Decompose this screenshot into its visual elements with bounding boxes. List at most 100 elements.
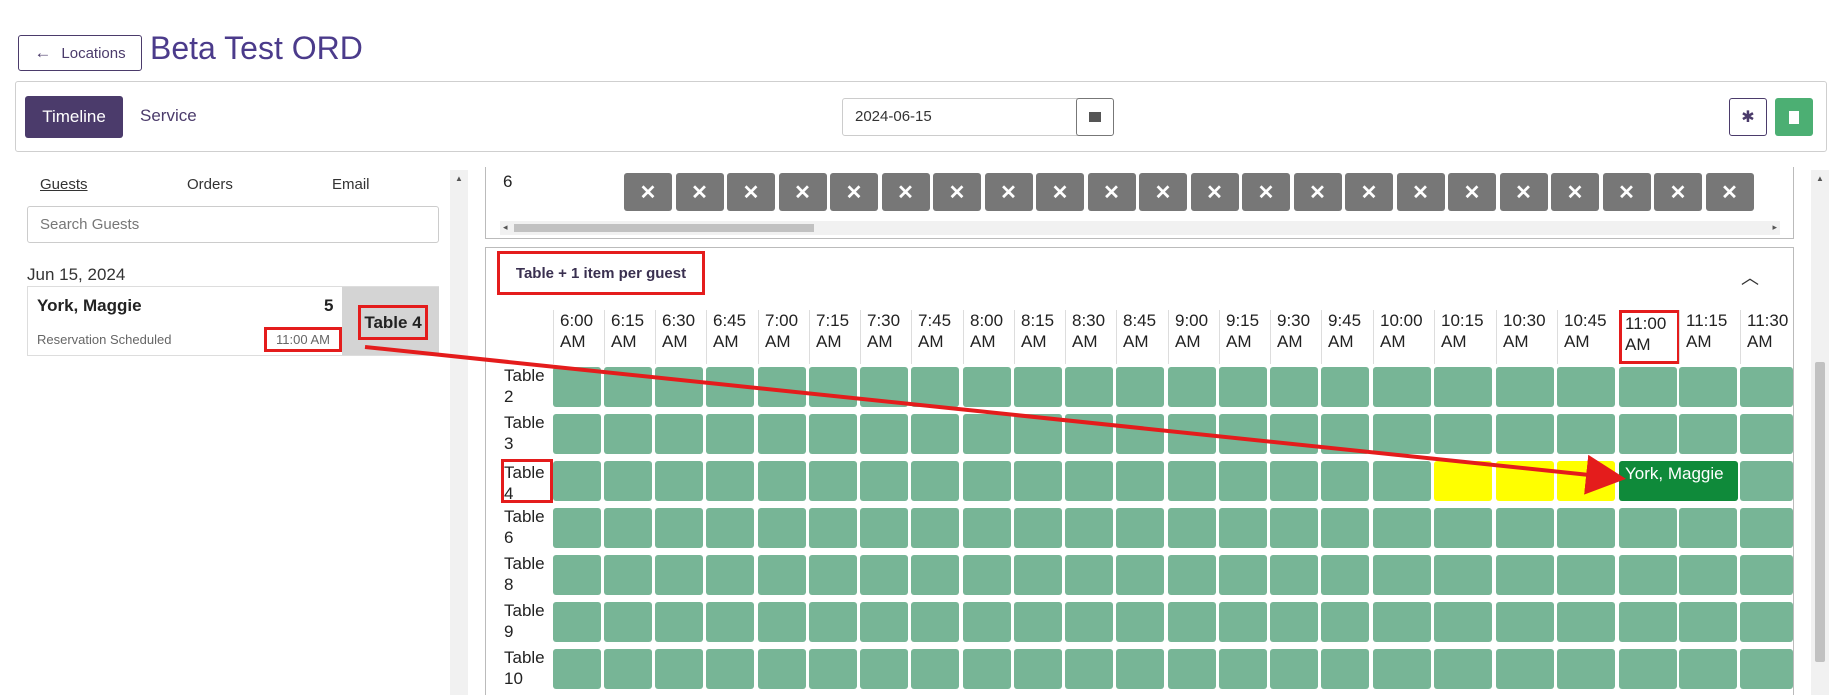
unavailable-slot[interactable]: ✕	[1396, 173, 1445, 211]
scrollbar-thumb[interactable]	[514, 224, 814, 232]
time-slot[interactable]	[1496, 414, 1554, 454]
time-slot[interactable]	[1116, 508, 1164, 548]
time-slot[interactable]	[1373, 414, 1431, 454]
time-slot[interactable]	[1270, 555, 1318, 595]
time-slot[interactable]	[1014, 461, 1062, 501]
time-slot[interactable]	[860, 461, 908, 501]
time-slot[interactable]	[1679, 649, 1737, 689]
booked-reservation[interactable]: York, Maggie	[1619, 461, 1738, 501]
time-slot[interactable]	[604, 602, 652, 642]
time-slot[interactable]	[1168, 602, 1216, 642]
time-slot[interactable]	[706, 367, 754, 407]
time-slot[interactable]	[706, 649, 754, 689]
time-slot[interactable]	[911, 555, 959, 595]
time-slot[interactable]	[758, 414, 806, 454]
time-slot[interactable]	[553, 649, 601, 689]
unavailable-slot[interactable]: ✕	[624, 173, 672, 211]
unavailable-slot[interactable]: ✕	[1242, 173, 1290, 211]
time-slot[interactable]	[1619, 414, 1677, 454]
time-slot[interactable]	[1619, 555, 1677, 595]
time-slot[interactable]	[1679, 602, 1737, 642]
time-slot[interactable]	[1219, 414, 1267, 454]
tab-guests[interactable]: Guests	[40, 176, 88, 193]
time-slot[interactable]	[1014, 602, 1062, 642]
unavailable-slot[interactable]: ✕	[984, 173, 1033, 211]
time-slot[interactable]	[963, 649, 1011, 689]
time-slot[interactable]	[655, 367, 703, 407]
time-slot[interactable]	[1496, 649, 1554, 689]
time-slot[interactable]	[1679, 555, 1737, 595]
time-slot[interactable]	[1116, 414, 1164, 454]
time-slot[interactable]	[1321, 602, 1369, 642]
time-slot[interactable]	[1740, 649, 1793, 689]
time-slot[interactable]	[553, 461, 601, 501]
time-slot[interactable]	[1434, 414, 1492, 454]
time-slot[interactable]	[553, 367, 601, 407]
time-slot[interactable]	[1740, 367, 1793, 407]
time-slot[interactable]	[1679, 414, 1737, 454]
time-slot[interactable]	[655, 508, 703, 548]
time-slot[interactable]	[1321, 649, 1369, 689]
time-slot[interactable]	[1014, 414, 1062, 454]
tab-email[interactable]: Email	[332, 176, 370, 193]
time-slot[interactable]	[553, 555, 601, 595]
unavailable-slot[interactable]: ✕	[1345, 173, 1393, 211]
time-slot[interactable]	[1619, 649, 1677, 689]
time-slot[interactable]	[911, 461, 959, 501]
date-input[interactable]: 2024-06-15	[842, 98, 1082, 136]
time-slot[interactable]	[809, 555, 857, 595]
time-slot[interactable]	[963, 367, 1011, 407]
time-slot[interactable]	[758, 367, 806, 407]
time-slot[interactable]	[963, 414, 1011, 454]
time-slot[interactable]	[1270, 367, 1318, 407]
time-slot[interactable]	[1557, 508, 1615, 548]
time-slot[interactable]	[1740, 555, 1793, 595]
time-slot[interactable]	[1434, 555, 1492, 595]
time-slot[interactable]	[1679, 508, 1737, 548]
time-slot[interactable]	[1321, 555, 1369, 595]
unavailable-slot[interactable]: ✕	[1293, 173, 1342, 211]
time-slot[interactable]	[860, 649, 908, 689]
time-slot[interactable]	[860, 508, 908, 548]
time-slot[interactable]	[1168, 555, 1216, 595]
assigned-table-badge[interactable]: Table 4	[342, 287, 439, 355]
time-slot[interactable]	[1116, 555, 1164, 595]
time-slot[interactable]	[1496, 367, 1554, 407]
time-slot[interactable]	[860, 414, 908, 454]
time-slot[interactable]	[1321, 367, 1369, 407]
time-slot[interactable]	[553, 602, 601, 642]
back-to-locations-button[interactable]: ← Locations	[18, 35, 142, 71]
time-slot[interactable]	[1557, 602, 1615, 642]
time-slot[interactable]	[1270, 461, 1318, 501]
time-slot[interactable]	[758, 649, 806, 689]
time-slot[interactable]	[1373, 602, 1431, 642]
unavailable-slot[interactable]: ✕	[1448, 173, 1496, 211]
unavailable-slot[interactable]: ✕	[1087, 173, 1136, 211]
settings-button[interactable]: ✱	[1729, 98, 1767, 136]
time-slot[interactable]	[1740, 461, 1793, 501]
time-slot[interactable]	[758, 508, 806, 548]
unavailable-slot[interactable]: ✕	[830, 173, 878, 211]
pending-slot[interactable]	[1434, 461, 1492, 501]
time-slot[interactable]	[1496, 508, 1554, 548]
tab-timeline[interactable]: Timeline	[25, 96, 123, 138]
time-slot[interactable]	[911, 508, 959, 548]
unavailable-slot[interactable]: ✕	[1551, 173, 1599, 211]
time-slot[interactable]	[1014, 649, 1062, 689]
unavailable-slot[interactable]: ✕	[1705, 173, 1754, 211]
unavailable-slot[interactable]: ✕	[933, 173, 981, 211]
calendar-button[interactable]	[1076, 98, 1114, 136]
time-slot[interactable]	[1321, 461, 1369, 501]
time-slot[interactable]	[911, 602, 959, 642]
time-slot[interactable]	[1014, 555, 1062, 595]
time-slot[interactable]	[1270, 414, 1318, 454]
time-slot[interactable]	[1434, 602, 1492, 642]
time-slot[interactable]	[1619, 508, 1677, 548]
time-slot[interactable]	[1065, 508, 1113, 548]
time-slot[interactable]	[1373, 461, 1431, 501]
unavailable-slot[interactable]: ✕	[1602, 173, 1651, 211]
time-slot[interactable]	[706, 461, 754, 501]
time-slot[interactable]	[1168, 461, 1216, 501]
time-slot[interactable]	[860, 602, 908, 642]
bookmark-button[interactable]	[1775, 98, 1813, 136]
